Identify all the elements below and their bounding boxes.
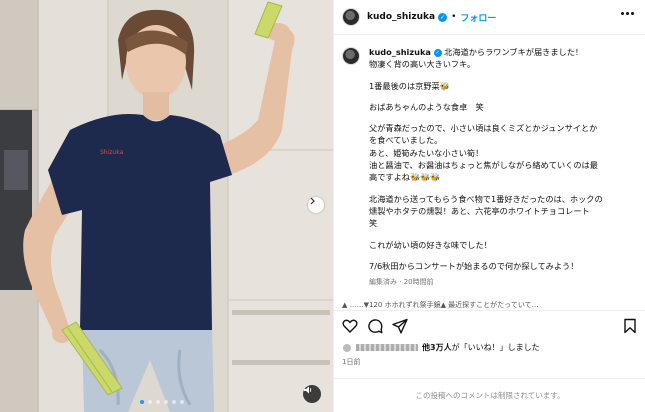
avatar[interactable]	[342, 47, 360, 65]
caption-line	[369, 251, 631, 260]
slide-dot	[180, 400, 184, 404]
avatar[interactable]	[342, 8, 360, 26]
post-media[interactable]: Shizuka	[0, 0, 333, 412]
slide-dot	[172, 400, 176, 404]
caption-line	[369, 184, 631, 193]
save-bookmark-icon[interactable]	[622, 318, 638, 334]
caption-text: kudo_shizuka ✓ 北海道からラワンブキが届きました！ 物凄く背の高い…	[369, 46, 631, 288]
caption-line: を食べていました。	[369, 135, 443, 146]
comment-icon[interactable]	[367, 318, 383, 334]
liker-name-redacted	[356, 344, 418, 351]
comment-preview: ▲ ……▼120 ホホれずれ祭手鏡▲ 最近探すことがたっていて…	[342, 301, 539, 308]
caption-line: 1番最後のは京野菜🐝	[369, 80, 450, 91]
caption-line: 7/6秋田からコンサートが始まるので何か探してみよう！	[369, 260, 579, 271]
slide-dot	[140, 400, 144, 404]
share-icon[interactable]	[392, 318, 408, 334]
next-slide-button[interactable]	[308, 197, 324, 213]
post-side-panel: kudo_shizuka ✓ • フォロー kudo_shizuka ✓ 北海道…	[333, 0, 645, 412]
post-date[interactable]: 1日前	[342, 357, 360, 367]
caption-line: おばあちゃんのような食卓 笑	[369, 101, 484, 112]
caption-line: 笑	[369, 218, 378, 229]
post-header: kudo_shizuka ✓ • フォロー	[334, 0, 645, 35]
caption-line: これが幼い頃の好きな味でした！	[369, 239, 492, 250]
verified-badge-icon: ✓	[433, 48, 442, 57]
caption-line: 父が青森だったので、小さい頃は良くミズとかジュンサイとか	[369, 123, 598, 134]
audio-toggle-button[interactable]	[303, 385, 321, 403]
caption-line: 燻製やホタテの燻製！あと、六花亭のホワイトチョコレート	[369, 205, 590, 216]
caption-line	[369, 92, 631, 101]
follow-button[interactable]: フォロー	[460, 11, 496, 24]
likes-text: 他3万人が「いいね！」しました	[422, 343, 540, 352]
verified-badge-icon: ✓	[438, 12, 448, 22]
action-bar	[334, 310, 645, 338]
heart-icon[interactable]	[342, 318, 358, 334]
username-link[interactable]: kudo_shizuka	[367, 12, 435, 22]
caption-line: 高ですよね🐝🐝🐝	[369, 172, 441, 183]
likes-summary[interactable]: 他3万人が「いいね！」しました	[342, 342, 540, 353]
caption: kudo_shizuka ✓ 北海道からラワンブキが届きました！ 物凄く背の高い…	[342, 46, 640, 296]
chevron-right-icon	[310, 197, 315, 205]
comments-restricted-notice: この投稿へのコメントは制限されています。	[334, 378, 645, 412]
more-options-icon[interactable]	[621, 12, 634, 15]
caption-line	[369, 71, 631, 80]
slide-indicator	[140, 400, 184, 404]
caption-username-link[interactable]: kudo_shizuka	[369, 47, 431, 57]
separator-dot: •	[451, 12, 457, 22]
svg-text:Shizuka: Shizuka	[100, 149, 124, 156]
liker-avatar	[342, 342, 352, 353]
caption-line	[369, 230, 631, 239]
caption-line: 物凄く背の高い大きいフキ。	[369, 59, 476, 70]
post-photo: Shizuka	[0, 0, 333, 412]
speaker-icon	[304, 386, 312, 394]
slide-dot	[156, 400, 160, 404]
caption-line: 北海道から送ってもらう食べ物で1番好きだったのは、ホックの	[369, 193, 603, 204]
caption-line-0: kudo_shizuka ✓ 北海道からラワンブキが届きました！	[369, 47, 584, 57]
caption-line	[369, 113, 631, 122]
caption-line: あと、姫筍みたいな小さい筍！	[369, 147, 484, 158]
caption-line: 油と醤油で、お醤油はちょっと焦がしながら絡めていくのは最	[369, 160, 598, 171]
slide-dot	[148, 400, 152, 404]
slide-dot	[164, 400, 168, 404]
caption-meta: 編集済み · 20時間前	[369, 278, 434, 287]
